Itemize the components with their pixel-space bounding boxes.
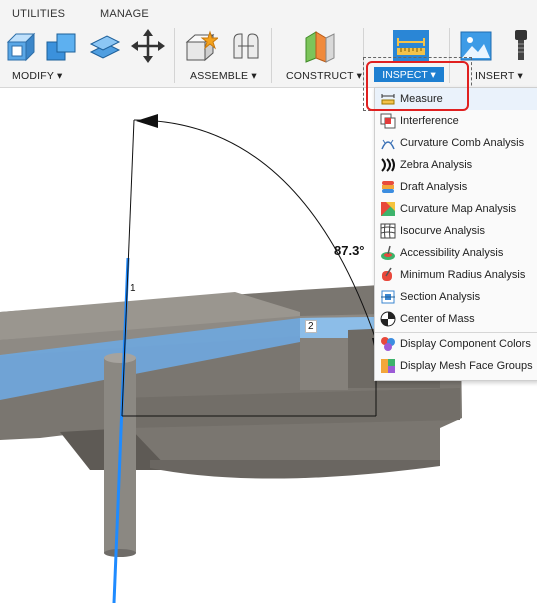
menu-item-curvature-map[interactable]: Curvature Map Analysis: [375, 198, 537, 220]
edge-label-1: 1: [129, 283, 137, 294]
new-component-icon[interactable]: [184, 30, 218, 64]
angle-dimension-label: 87.3°: [334, 243, 365, 258]
curvature-comb-icon: [381, 139, 395, 150]
edge-label-2: 2: [305, 320, 317, 333]
inspect-dropdown-menu: Measure Interference Curvature Comb Anal…: [374, 87, 537, 381]
menu-item-label: Zebra Analysis: [400, 159, 473, 171]
separator: [174, 28, 175, 83]
curvature-map-icon: [381, 202, 395, 216]
menu-item-minimum-radius[interactable]: Minimum Radius Analysis: [375, 264, 537, 286]
menu-item-draft[interactable]: Draft Analysis: [375, 176, 537, 198]
shell-icon[interactable]: [88, 30, 122, 64]
menu-item-label: Display Component Colors: [400, 338, 531, 350]
insert-bolt-icon[interactable]: [510, 28, 532, 64]
menu-item-label: Accessibility Analysis: [400, 247, 504, 259]
accessibility-icon: [381, 245, 395, 260]
construct-plane-icon[interactable]: [300, 28, 340, 64]
draft-icon: [382, 181, 394, 193]
menu-item-label: Minimum Radius Analysis: [400, 269, 526, 281]
menu-item-label: Center of Mass: [400, 313, 475, 325]
minimum-radius-icon: [382, 267, 392, 281]
menu-item-center-of-mass[interactable]: Center of Mass: [375, 308, 537, 330]
menu-item-label: Isocurve Analysis: [400, 225, 485, 237]
menu-item-label: Section Analysis: [400, 291, 481, 303]
zebra-icon: [381, 158, 395, 172]
menu-item-mesh-face-groups[interactable]: Display Mesh Face Groups: [375, 355, 537, 377]
menu-item-isocurve[interactable]: Isocurve Analysis: [375, 220, 537, 242]
tab-utilities[interactable]: UTILITIES: [12, 8, 65, 20]
move-icon[interactable]: [130, 28, 166, 64]
menu-item-curvature-comb[interactable]: Curvature Comb Analysis: [375, 132, 537, 154]
component-colors-icon: [381, 337, 395, 351]
menu-item-label: Draft Analysis: [400, 181, 468, 193]
menu-item-label: Interference: [400, 115, 459, 127]
menu-item-label: Curvature Comb Analysis: [400, 137, 525, 149]
press-pull-icon[interactable]: [4, 30, 38, 64]
fillet-icon[interactable]: [44, 30, 78, 64]
menu-item-interference[interactable]: Interference: [375, 110, 537, 132]
mesh-face-groups-icon: [381, 359, 395, 373]
menu-item-component-colors[interactable]: Display Component Colors: [375, 333, 537, 355]
joint-icon[interactable]: [228, 30, 262, 64]
modify-menu[interactable]: MODIFY ▾: [12, 70, 62, 82]
separator: [271, 28, 272, 83]
tab-manage[interactable]: MANAGE: [100, 8, 149, 20]
menu-item-label: Curvature Map Analysis: [400, 203, 517, 215]
insert-menu[interactable]: INSERT ▾: [475, 70, 523, 82]
menu-item-zebra[interactable]: Zebra Analysis: [375, 154, 537, 176]
construct-menu[interactable]: CONSTRUCT ▾: [286, 70, 362, 82]
menu-item-label: Display Mesh Face Groups: [400, 360, 533, 372]
menu-item-section[interactable]: Section Analysis: [375, 286, 537, 308]
menu-item-accessibility[interactable]: Accessibility Analysis: [375, 242, 537, 264]
highlight-annotation: [366, 61, 469, 111]
isocurve-icon: [380, 223, 396, 239]
angle-arrow-start-icon: [136, 114, 158, 128]
interference-icon: [380, 113, 396, 129]
center-of-mass-icon: [380, 311, 396, 327]
assemble-menu[interactable]: ASSEMBLE ▾: [190, 70, 257, 82]
section-icon: [381, 290, 395, 304]
